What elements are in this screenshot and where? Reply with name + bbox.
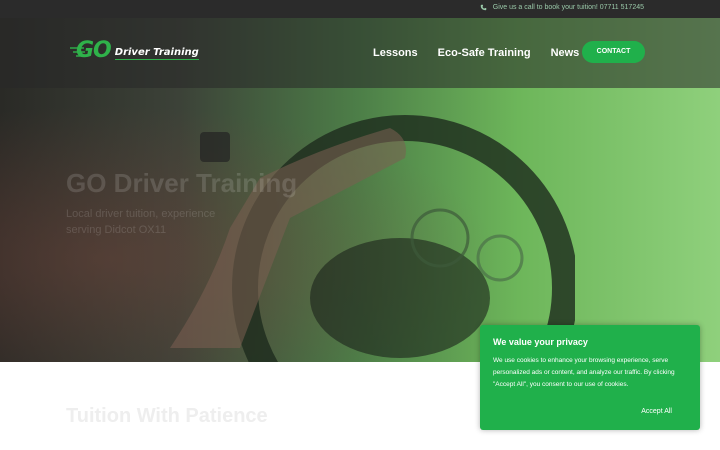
cookie-body: We use cookies to enhance your browsing …: [493, 357, 675, 388]
topbar-contact[interactable]: Give us a call to book your tuition! 077…: [480, 4, 644, 11]
nav-news[interactable]: News: [551, 47, 580, 59]
accept-all-button[interactable]: Accept All: [641, 408, 672, 415]
contact-button[interactable]: CONTACT: [582, 41, 645, 63]
site-logo[interactable]: GO Driver Training: [70, 40, 199, 62]
cookie-title: We value your privacy: [493, 337, 588, 347]
nav-lessons[interactable]: Lessons: [373, 47, 418, 59]
hero-subtitle-line2: serving Didcot OX11: [66, 224, 167, 236]
hero-subtitle-line1: Local driver tuition, experience: [66, 208, 216, 220]
cookie-consent-banner: We value your privacy We use cookies to …: [480, 325, 700, 430]
primary-nav: Lessons Eco-Safe Training News: [373, 47, 579, 59]
hero-title: GO Driver Training: [66, 168, 298, 198]
main-navbar: GO Driver Training Lessons Eco-Safe Trai…: [0, 18, 720, 88]
section-title: Tuition With Patience: [66, 405, 268, 427]
nav-eco-safe-training[interactable]: Eco-Safe Training: [438, 47, 531, 59]
logo-text: Driver Training: [114, 47, 199, 60]
speed-lines-icon: [70, 47, 86, 57]
top-info-bar: Give us a call to book your tuition! 077…: [0, 0, 720, 18]
topbar-contact-text: Give us a call to book your tuition! 077…: [492, 4, 644, 11]
phone-icon: [480, 4, 487, 11]
